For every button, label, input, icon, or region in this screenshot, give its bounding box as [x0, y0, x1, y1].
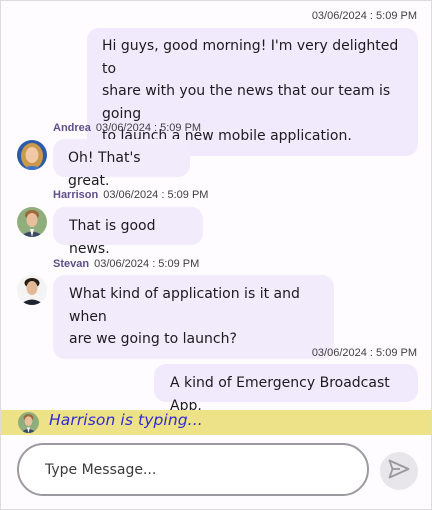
send-button[interactable]: [380, 452, 418, 490]
avatar-andrea: [17, 140, 47, 170]
message-text-line: That is good news.: [69, 218, 156, 257]
chat-view: 03/06/2024 : 5:09 PM Hi guys, good morni…: [0, 0, 432, 510]
message-text-line: Hi guys, good morning! I'm very delighte…: [102, 38, 399, 77]
message-timestamp: 03/06/2024 : 5:09 PM: [311, 10, 417, 22]
author-name: Stevan: [53, 258, 90, 270]
author-name: Harrison: [53, 189, 99, 201]
incoming-message-bubble: That is good news.: [53, 207, 203, 257]
outgoing-message-bubble: A kind of Emergency Broadcast App.: [154, 364, 418, 414]
message-text-line: are we going to launch?: [69, 331, 237, 347]
avatar-harrison: [17, 207, 47, 237]
message-header: Harrison 03/06/2024 : 5:09 PM: [53, 189, 208, 201]
typing-indicator-bar: Harrison is typing...: [1, 410, 431, 435]
incoming-message-bubble: Oh! That's great.: [53, 139, 190, 189]
message-timestamp: 03/06/2024 : 5:09 PM: [94, 258, 200, 270]
message-input-container[interactable]: [17, 443, 369, 496]
avatar-stevan: [17, 275, 47, 305]
message-timestamp: 03/06/2024 : 5:09 PM: [95, 122, 202, 134]
message-text-line: What kind of application is it and when: [69, 286, 300, 325]
send-icon: [388, 459, 410, 483]
author-name: Andrea: [53, 122, 91, 134]
message-header: Stevan 03/06/2024 : 5:09 PM: [53, 258, 199, 270]
typing-avatar-harrison: [18, 412, 39, 433]
outgoing-message-bubble: Hi guys, good morning! I'm very delighte…: [87, 28, 418, 156]
message-header: Andrea 03/06/2024 : 5:09 PM: [53, 122, 201, 134]
message-timestamp: 03/06/2024 : 5:09 PM: [311, 347, 417, 359]
message-timestamp: 03/06/2024 : 5:09 PM: [103, 189, 209, 201]
typing-indicator-text: Harrison is typing...: [49, 411, 203, 429]
message-input[interactable]: [43, 458, 347, 482]
message-text-line: share with you the news that our team is…: [102, 83, 391, 122]
message-text-line: Oh! That's great.: [68, 150, 141, 189]
incoming-message-bubble: What kind of application is it and when …: [53, 275, 334, 359]
